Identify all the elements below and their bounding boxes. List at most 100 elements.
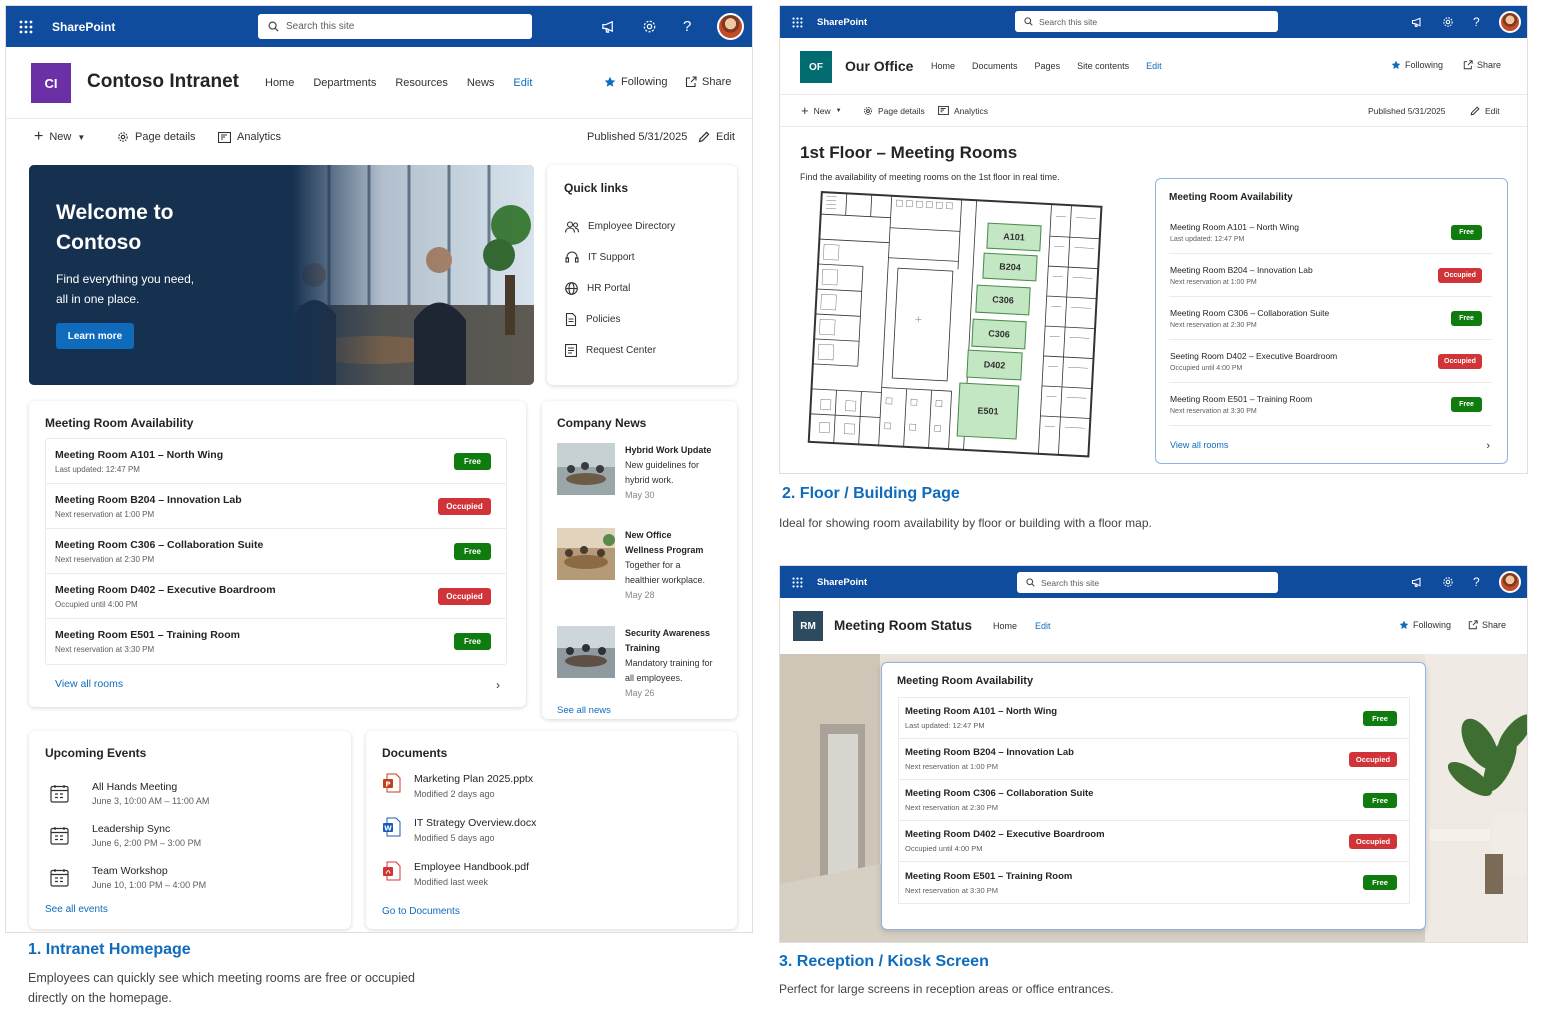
room-row[interactable]: Meeting Room D402 – Executive Boardroom O… [46, 574, 506, 619]
nav-documents[interactable]: Documents [972, 61, 1018, 71]
learn-more-button[interactable]: Learn more [56, 323, 134, 349]
quick-link-request-center[interactable]: Request Center [565, 335, 675, 366]
search-box[interactable]: Search this site [1017, 572, 1278, 593]
nav-pages[interactable]: Pages [1035, 61, 1061, 71]
share-button[interactable]: Share [1463, 60, 1501, 70]
nav-home[interactable]: Home [993, 621, 1017, 631]
room-row[interactable]: Meeting Room B204 – Innovation Lab Next r… [46, 484, 506, 529]
room-row[interactable]: Meeting Room D402 – Executive Boardroom O… [899, 821, 1409, 862]
edit-button[interactable]: Edit [1470, 106, 1500, 116]
search-box[interactable]: Search this site [1015, 11, 1278, 32]
event-item[interactable]: Leadership Sync June 6, 2:00 PM – 3:00 PM [50, 814, 209, 856]
news-thumbnail [557, 528, 615, 580]
user-avatar[interactable] [717, 13, 745, 40]
nav-home[interactable]: Home [931, 61, 955, 71]
app-launcher-icon[interactable] [780, 566, 814, 598]
help-icon[interactable]: ? [1473, 15, 1480, 29]
nav-site-contents[interactable]: Site contents [1077, 61, 1129, 71]
room-row[interactable]: Meeting Room A101 – North Wing Last updat… [46, 439, 506, 484]
room-name: Meeting Room B204 – Innovation Lab [905, 747, 1074, 758]
map-room-c306[interactable]: C306 [975, 284, 1031, 316]
see-all-events-link[interactable]: See all events [45, 904, 108, 915]
share-button[interactable]: Share [1468, 620, 1506, 630]
event-item[interactable]: Team Workshop June 10, 1:00 PM – 4:00 PM [50, 856, 209, 898]
suite-bar: SharePoint Search this site ? [6, 6, 752, 47]
map-room-c306-b[interactable]: C306 [971, 318, 1027, 350]
following-button[interactable]: Following [604, 76, 667, 88]
map-room-d402[interactable]: D402 [966, 349, 1023, 381]
site-title[interactable]: Our Office [845, 58, 913, 74]
page-details-button[interactable]: Page details [863, 106, 925, 116]
gear-icon[interactable] [1442, 576, 1454, 588]
room-row[interactable]: Meeting Room E501 – Training Room Next re… [46, 619, 506, 664]
nav-news[interactable]: News [467, 77, 495, 89]
document-item[interactable]: W IT Strategy Overview.docx Modified 5 da… [383, 817, 536, 861]
page-details-button[interactable]: Page details [117, 131, 196, 143]
event-item[interactable]: All Hands Meeting June 3, 10:00 AM – 11:0… [50, 772, 209, 814]
sharepoint-brand[interactable]: SharePoint [52, 20, 115, 34]
analytics-button[interactable]: Analytics [938, 106, 988, 116]
share-button[interactable]: Share [685, 76, 731, 88]
search-box[interactable]: Search this site [258, 14, 532, 39]
room-row[interactable]: Meeting Room B204 – Innovation Lab Next r… [899, 739, 1409, 780]
new-button[interactable]: + New ▼ [801, 103, 842, 118]
map-room-b204[interactable]: B204 [982, 252, 1038, 282]
nav-departments[interactable]: Departments [313, 77, 376, 89]
news-item[interactable]: Hybrid Work Update New guidelines for hy… [557, 443, 711, 503]
event-title: Leadership Sync [92, 822, 171, 835]
room-row[interactable]: Meeting Room E501 – Training Room Next re… [1169, 383, 1492, 426]
following-button[interactable]: Following [1391, 60, 1443, 70]
see-all-news-link[interactable]: See all news [557, 705, 611, 716]
form-icon [565, 344, 577, 357]
app-launcher-icon[interactable] [6, 6, 46, 47]
room-row[interactable]: Meeting Room A101 – North Wing Last updat… [899, 698, 1409, 739]
sharepoint-brand[interactable]: SharePoint [817, 17, 867, 28]
news-item[interactable]: Security Awareness Training Mandatory tr… [557, 626, 713, 701]
nav-resources[interactable]: Resources [395, 77, 448, 89]
app-launcher-icon[interactable] [780, 6, 814, 38]
edit-button[interactable]: Edit [698, 131, 735, 143]
share-icon [1468, 620, 1478, 630]
site-logo[interactable]: OF [800, 51, 832, 83]
view-all-rooms-link[interactable]: View all rooms › [1170, 440, 1490, 452]
room-row[interactable]: Meeting Room C306 – Collaboration Suite N… [46, 529, 506, 574]
site-logo[interactable]: CI [31, 63, 71, 103]
map-room-e501[interactable]: E501 [956, 382, 1020, 440]
new-button[interactable]: + New ▼ [34, 128, 85, 146]
nav-edit[interactable]: Edit [513, 77, 532, 89]
quick-link-it-support[interactable]: IT Support [565, 242, 675, 273]
following-button[interactable]: Following [1399, 620, 1451, 630]
room-row[interactable]: Meeting Room C306 – Collaboration Suite N… [899, 780, 1409, 821]
analytics-button[interactable]: Analytics [218, 131, 281, 143]
room-row[interactable]: Meeting Room B204 – Innovation Lab Next r… [1169, 254, 1492, 297]
room-row[interactable]: Meeting Room C306 – Collaboration Suite N… [1169, 297, 1492, 340]
room-row[interactable]: Meeting Room E501 – Training Room Next re… [899, 862, 1409, 903]
document-item[interactable]: Employee Handbook.pdf Modified last week [383, 861, 536, 905]
sharepoint-brand[interactable]: SharePoint [817, 577, 867, 588]
megaphone-icon[interactable] [1411, 16, 1423, 28]
nav-edit[interactable]: Edit [1035, 621, 1051, 631]
document-item[interactable]: P Marketing Plan 2025.pptx Modified 2 day… [383, 773, 536, 817]
room-row[interactable]: Seeting Room D402 – Executive Boardroom O… [1169, 340, 1492, 383]
quick-link-employee-directory[interactable]: Employee Directory [565, 211, 675, 242]
site-title[interactable]: Contoso Intranet [87, 71, 239, 93]
gear-icon[interactable] [1442, 16, 1454, 28]
room-row[interactable]: Meeting Room A101 – North Wing Last updat… [1169, 211, 1492, 254]
nav-home[interactable]: Home [265, 77, 294, 89]
go-to-documents-link[interactable]: Go to Documents [382, 906, 460, 917]
nav-edit[interactable]: Edit [1146, 61, 1162, 71]
help-icon[interactable]: ? [683, 18, 691, 35]
site-logo[interactable]: RM [793, 611, 823, 641]
quick-link-hr-portal[interactable]: HR Portal [565, 273, 675, 304]
megaphone-icon[interactable] [601, 19, 616, 34]
user-avatar[interactable] [1498, 11, 1521, 33]
gear-icon[interactable] [642, 19, 657, 34]
quick-link-policies[interactable]: Policies [565, 304, 675, 335]
megaphone-icon[interactable] [1411, 576, 1423, 588]
map-room-a101[interactable]: A101 [986, 222, 1042, 252]
help-icon[interactable]: ? [1473, 575, 1480, 589]
user-avatar[interactable] [1498, 571, 1521, 593]
site-title[interactable]: Meeting Room Status [834, 618, 972, 633]
news-item[interactable]: New Office Wellness Program Together for… [557, 528, 705, 603]
view-all-rooms-link[interactable]: View all rooms › [55, 678, 500, 692]
